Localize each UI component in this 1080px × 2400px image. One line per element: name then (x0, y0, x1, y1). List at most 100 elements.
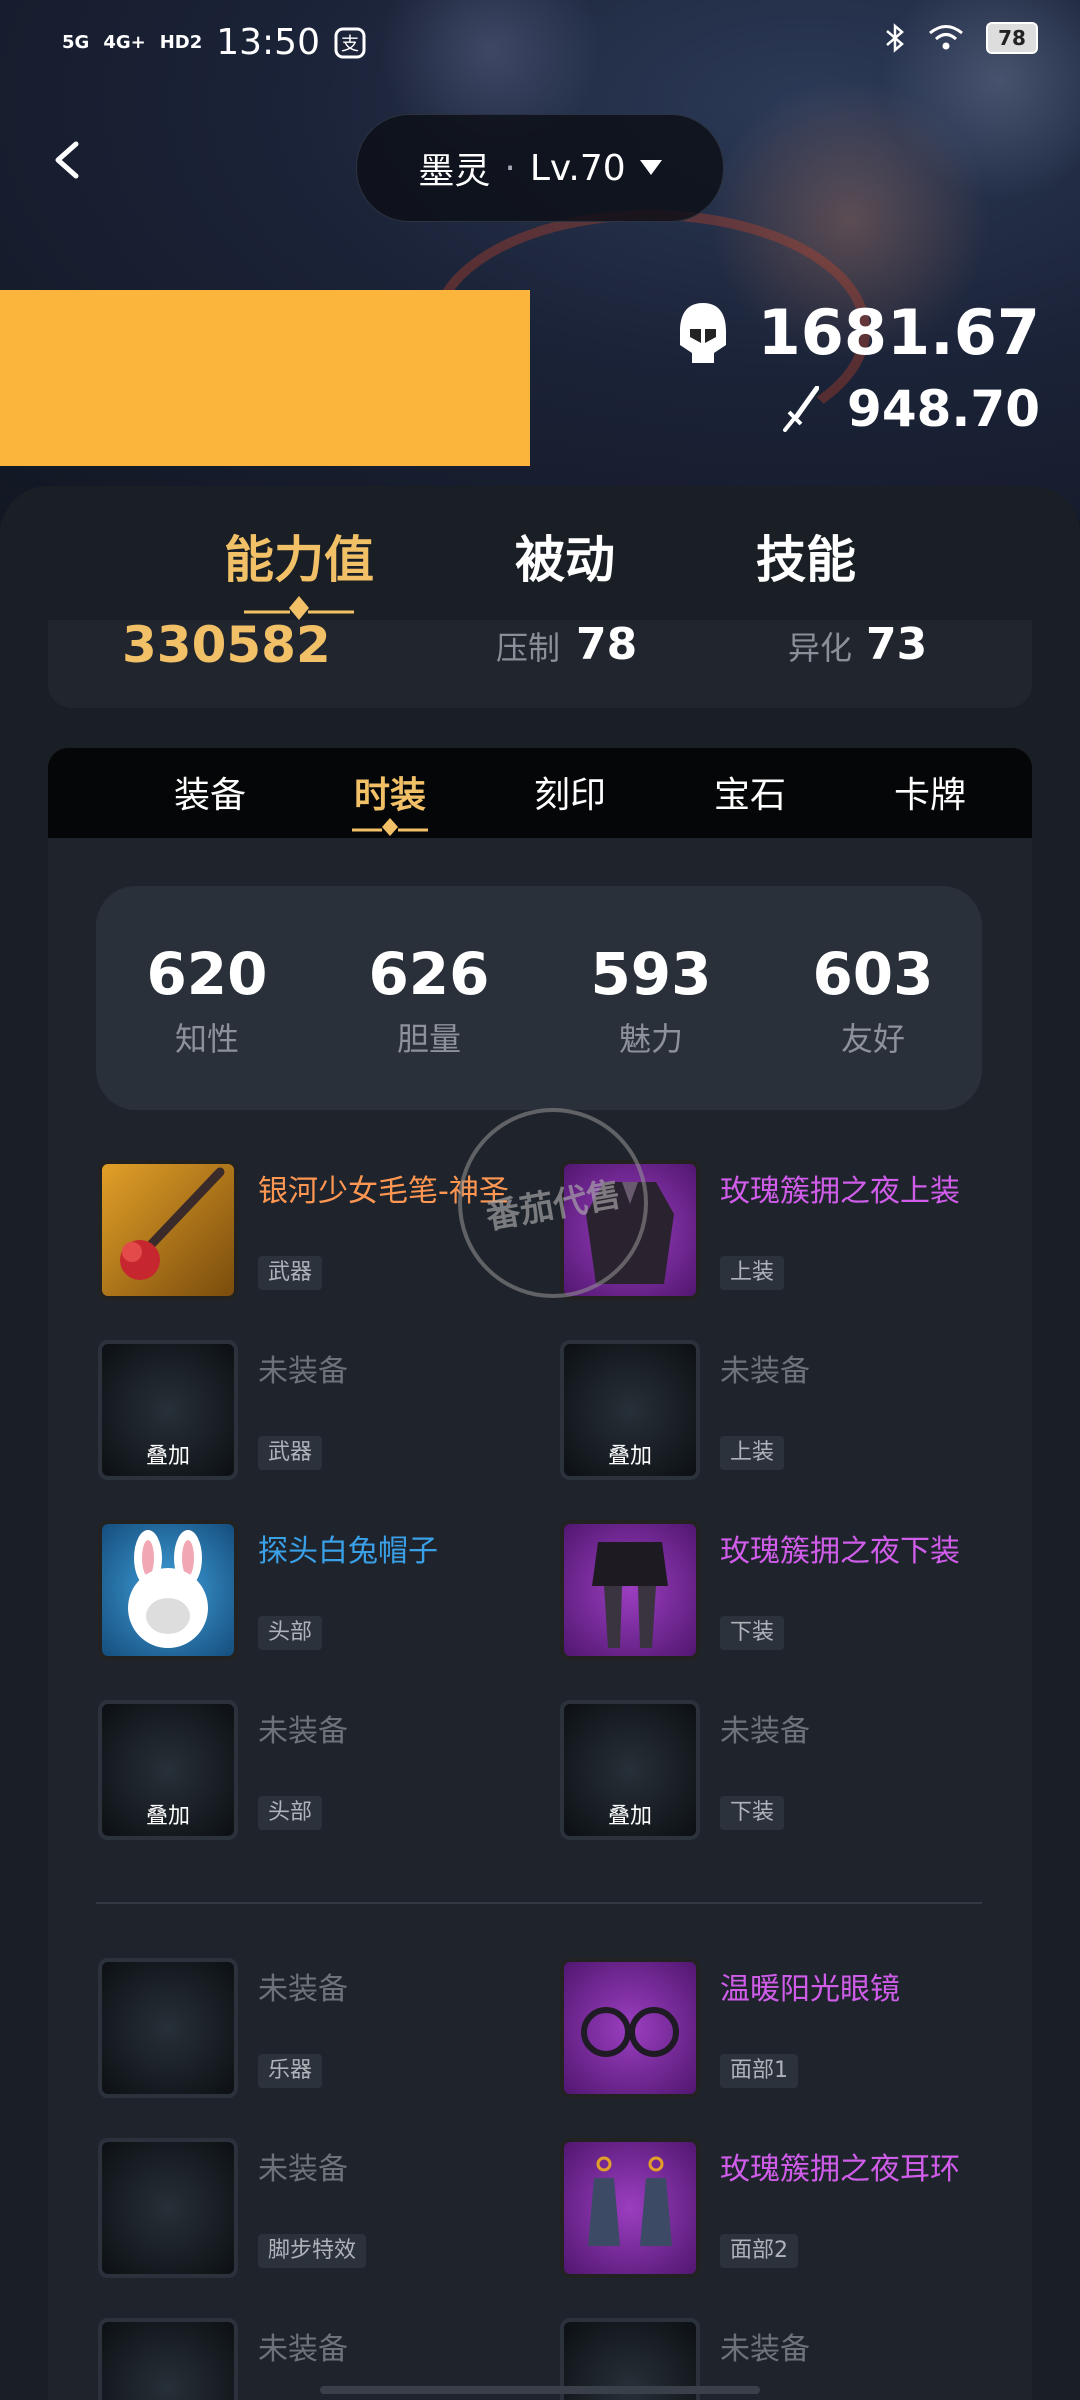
item-name: 温暖阳光眼镜 (720, 1972, 900, 2007)
svg-text:支: 支 (341, 34, 359, 55)
skirt-bottom-icon (560, 1520, 700, 1660)
payment-app-icon: 支 (334, 27, 366, 58)
slot-tag: 武器 (258, 1436, 323, 1470)
attack-value: 948.70 (847, 380, 1040, 438)
helmet-icon (679, 302, 726, 363)
item-name: 未装备 (258, 1972, 348, 2007)
separator-dot: · (504, 147, 516, 189)
defense-value: 1681.67 (757, 296, 1040, 369)
attribute-panel: 620 知性 626 胆量 593 魅力 603 友好 (96, 886, 982, 1110)
empty-slot-icon (98, 1958, 238, 2098)
watermark-stamp: 番茄代售 (458, 1108, 648, 1298)
clock: 13:50 (216, 22, 320, 63)
watermark-text: 番茄代售 (483, 1174, 625, 1238)
slot-head-overlay[interactable]: 叠加 未装备 头部 (98, 1700, 558, 1850)
network-signal-4g: 4G+ (103, 31, 146, 53)
empty-slot-icon: 叠加 (98, 1700, 238, 1840)
slot-tag: 头部 (258, 1796, 323, 1830)
item-name: 未装备 (258, 2152, 348, 2187)
earrings-icon (560, 2138, 700, 2278)
attr-intellect: 620 知性 (146, 940, 268, 1058)
slot-tag: 脚步特效 (258, 2234, 367, 2268)
sub-tab-bar: 装备 时装 刻印 宝石 卡牌 (48, 748, 1032, 838)
character-selector[interactable]: 墨灵 · Lv.70 (356, 114, 724, 222)
suppression-label: 压制 (496, 629, 561, 667)
subtab-imprint[interactable]: 刻印 (534, 766, 606, 818)
slot-head[interactable]: 探头白兔帽子 头部 (98, 1520, 558, 1670)
empty-slot-icon: 叠加 (98, 1340, 238, 1480)
slot-bottom[interactable]: 玫瑰簇拥之夜下装 下装 (560, 1520, 1020, 1670)
sword-icon (783, 386, 820, 432)
slot-tag: 下装 (720, 1796, 785, 1830)
tab-passive[interactable]: 被动 (515, 520, 615, 592)
empty-slot-icon: 叠加 (560, 1700, 700, 1840)
item-name: 未装备 (720, 2332, 810, 2367)
slot-tag: 面部1 (720, 2054, 798, 2088)
alienation-label: 异化 (788, 629, 853, 667)
slot-tag: 头部 (258, 1616, 323, 1650)
attr-friendliness: 603 友好 (812, 940, 934, 1058)
slot-tag: 上装 (720, 1256, 785, 1290)
item-name: 未装备 (720, 1714, 810, 1749)
slot-tag: 乐器 (258, 2054, 323, 2088)
empty-slot-icon (98, 2138, 238, 2278)
slot-footstep-effect[interactable]: 未装备 脚步特效 (98, 2138, 558, 2288)
slot-tag: 面部2 (720, 2234, 798, 2268)
equipment-card: 装备 时装 刻印 宝石 卡牌 620 知性 626 胆量 593 魅力 603 友好 银… (48, 748, 1032, 2400)
overlay-label: 叠加 (607, 1804, 652, 1829)
slot-tag: 上装 (720, 1436, 785, 1470)
network-signal-5g: 5G (62, 31, 90, 53)
attr-courage: 626 胆量 (368, 940, 490, 1058)
status-bar: 5G 4G+ HD2 13:50 支 78 (0, 0, 1080, 84)
item-name: 探头白兔帽子 (258, 1534, 438, 1569)
character-level: Lv.70 (529, 147, 626, 189)
overlay-label: 叠加 (145, 1804, 190, 1829)
battery-indicator: 78 (986, 22, 1038, 54)
subtab-card[interactable]: 卡牌 (894, 766, 966, 818)
summary-score: 330582 (122, 620, 331, 674)
empty-slot-icon (98, 2318, 238, 2400)
section-divider (96, 1902, 982, 1904)
item-name: 未装备 (258, 1354, 348, 1389)
slot-bottom-overlay[interactable]: 叠加 未装备 下装 (560, 1700, 1020, 1850)
overlay-label: 叠加 (145, 1444, 190, 1469)
item-name: 玫瑰簇拥之夜上装 (720, 1174, 960, 1209)
attack-stat: 948.70 (783, 380, 1040, 438)
tab-skills[interactable]: 技能 (756, 520, 856, 592)
empty-slot-icon: 叠加 (560, 1340, 700, 1480)
slot-face2[interactable]: 玫瑰簇拥之夜耳环 面部2 (560, 2138, 1020, 2288)
slot-tag: 下装 (720, 1616, 785, 1650)
slot-instrument[interactable]: 未装备 乐器 (98, 1958, 558, 2108)
overlay-label: 叠加 (607, 1444, 652, 1469)
subtab-active-indicator-icon (352, 818, 428, 836)
glasses-icon (560, 1958, 700, 2098)
redaction-block (0, 290, 530, 466)
defense-stat: 1681.67 (676, 296, 1040, 369)
slot-weapon-overlay[interactable]: 叠加 未装备 武器 (98, 1340, 558, 1490)
slot-top-overlay[interactable]: 叠加 未装备 上装 (560, 1340, 1020, 1490)
bunny-hat-icon (98, 1520, 238, 1660)
main-tab-bar: 能力值 被动 技能 (0, 500, 1080, 630)
item-name: 玫瑰簇拥之夜耳环 (720, 2152, 960, 2187)
home-indicator[interactable] (320, 2386, 760, 2394)
item-name: 未装备 (720, 1354, 810, 1389)
character-name: 墨灵 (418, 151, 491, 192)
dropdown-triangle-icon (639, 160, 662, 175)
ability-summary: 330582 压制 78 异化 73 (48, 620, 1032, 708)
hd-voice-indicator: HD2 (159, 31, 203, 53)
alienation-value: 73 (866, 620, 928, 670)
bluetooth-icon (886, 23, 904, 53)
slot-face1[interactable]: 温暖阳光眼镜 面部1 (560, 1958, 1020, 2108)
tab-ability[interactable]: 能力值 (224, 520, 374, 592)
item-name: 未装备 (258, 1714, 348, 1749)
back-arrow-icon[interactable] (48, 140, 88, 180)
attr-charm: 593 魅力 (590, 940, 712, 1058)
tab-active-indicator-icon (244, 596, 354, 620)
item-name: 玫瑰簇拥之夜下装 (720, 1534, 960, 1569)
brush-weapon-icon (98, 1160, 238, 1300)
item-name: 未装备 (258, 2332, 348, 2367)
subtab-equipment[interactable]: 装备 (174, 766, 246, 818)
subtab-gem[interactable]: 宝石 (714, 766, 786, 818)
wifi-icon (929, 25, 963, 50)
slot-tag: 武器 (258, 1256, 323, 1290)
